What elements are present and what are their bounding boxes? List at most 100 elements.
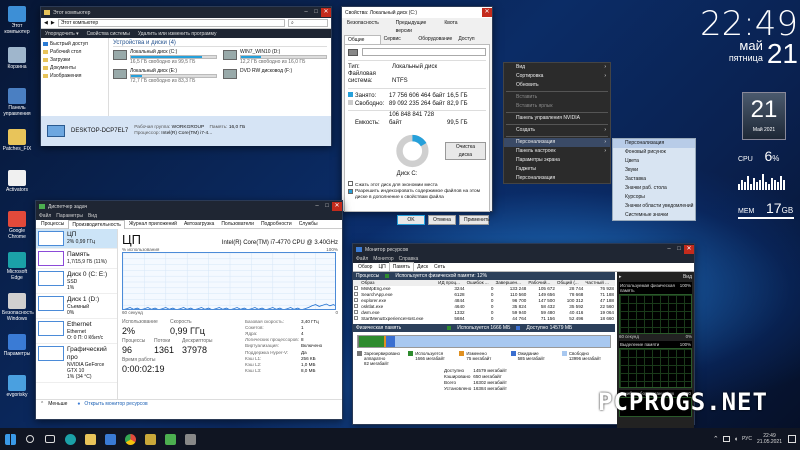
view-dropdown[interactable]: Вид bbox=[683, 274, 692, 280]
desktop-icon[interactable]: Microsoft Edge bbox=[2, 252, 32, 281]
taskmgr-tab[interactable]: Процессы bbox=[38, 220, 67, 228]
processes-header[interactable]: Процессы bbox=[356, 273, 379, 279]
context-menu-item[interactable]: Панель настроек › bbox=[504, 147, 610, 156]
desktop-icon[interactable]: Этот компьютер bbox=[2, 6, 32, 35]
submenu-item[interactable]: Персонализация bbox=[613, 139, 695, 148]
properties-tab[interactable]: Общие bbox=[344, 35, 381, 44]
taskmgr-tab[interactable]: Подробности bbox=[258, 220, 295, 228]
menu-item[interactable]: Файл bbox=[356, 256, 368, 262]
table-row[interactable]: StartMenuExperienceHost.exe 5684 0 44 764 71… bbox=[353, 316, 615, 322]
taskbar-store[interactable] bbox=[100, 428, 120, 450]
maximize-button[interactable]: □ bbox=[674, 245, 684, 254]
collapse-icon[interactable]: ⌃ bbox=[40, 401, 44, 407]
minimize-button[interactable]: – bbox=[312, 202, 322, 211]
drive-tile[interactable]: DVD RW дисковод (F:) bbox=[223, 68, 327, 84]
properties-tab[interactable]: Квота bbox=[441, 19, 490, 35]
taskbar-taskmgr[interactable] bbox=[160, 428, 180, 450]
search-input[interactable]: ⌕ bbox=[288, 19, 328, 27]
forward-icon[interactable]: ▶ bbox=[51, 20, 55, 26]
notifications-icon[interactable] bbox=[788, 435, 796, 443]
context-menu-item[interactable]: Персонализация › bbox=[504, 138, 610, 147]
menu-item[interactable]: Параметры bbox=[56, 213, 83, 219]
taskbar-resmon[interactable] bbox=[180, 428, 200, 450]
drive-tile[interactable]: Локальный диск (C:) 16,5 ГБ свободно из 9… bbox=[113, 49, 217, 65]
maximize-button[interactable]: □ bbox=[311, 8, 321, 17]
close-button[interactable]: ✕ bbox=[321, 8, 331, 17]
compress-checkbox[interactable] bbox=[348, 181, 353, 186]
taskbar-explorer[interactable] bbox=[80, 428, 100, 450]
submenu-item[interactable]: Цвета bbox=[613, 157, 695, 166]
resmon-tab[interactable]: Сеть bbox=[431, 263, 448, 271]
menu-item[interactable]: Файл bbox=[39, 213, 51, 219]
view-icon[interactable]: ▸ bbox=[619, 274, 622, 280]
close-button[interactable]: ✕ bbox=[482, 8, 492, 17]
taskmgr-tab[interactable]: Производительность bbox=[68, 219, 125, 229]
properties-tab[interactable]: Предыдущие версии bbox=[393, 19, 442, 35]
close-button[interactable]: ✕ bbox=[332, 202, 342, 211]
resmon-tab[interactable]: ЦП bbox=[375, 263, 388, 271]
perf-item[interactable]: Память 1,7/15,9 ГБ (11%) bbox=[36, 249, 117, 269]
properties-tab[interactable]: Безопасность bbox=[344, 19, 393, 35]
sidebar-item[interactable]: Рабочий стол bbox=[43, 48, 106, 56]
physical-memory-header[interactable]: Физическая память bbox=[356, 325, 401, 331]
context-menu-item[interactable]: Параметры экрана bbox=[504, 156, 610, 165]
close-button[interactable]: ✕ bbox=[684, 245, 694, 254]
perf-item[interactable]: ЦП 2% 0,99 ГГц bbox=[36, 229, 117, 249]
disk-cleanup-button[interactable]: Очистка диска bbox=[444, 142, 486, 160]
sidebar-item[interactable]: Загрузки bbox=[43, 56, 106, 64]
properties-titlebar[interactable]: Свойства: Локальный диск (C:) ✕ bbox=[342, 7, 492, 18]
submenu-item[interactable]: Заставка bbox=[613, 175, 695, 184]
cancel-button[interactable]: Отмена bbox=[428, 215, 456, 225]
properties-tab[interactable]: Сервис bbox=[381, 35, 416, 44]
ok-button[interactable]: OK bbox=[397, 215, 425, 225]
submenu-item[interactable]: Курсоры bbox=[613, 193, 695, 202]
desktop-icon[interactable]: evgorisky bbox=[2, 375, 32, 398]
taskbar-explorer-window[interactable] bbox=[140, 428, 160, 450]
minimize-button[interactable]: – bbox=[301, 8, 311, 17]
perf-item[interactable]: Диск 0 (C: E:) SSD 1% bbox=[36, 269, 117, 294]
fewer-details-link[interactable]: Меньше bbox=[48, 401, 67, 407]
drive-tile[interactable]: WIN7_WIN10 (D:) 12,2 ГБ свободно из 16,0 … bbox=[223, 49, 327, 65]
desktop-icon[interactable]: Корзина bbox=[2, 47, 32, 70]
properties-tab[interactable]: Оборудование bbox=[415, 35, 455, 44]
sidebar-item[interactable]: Документы bbox=[43, 64, 106, 72]
context-menu-item[interactable]: Создать › bbox=[504, 126, 610, 135]
ribbon-button[interactable]: Свойства системы bbox=[87, 31, 130, 37]
submenu-item[interactable]: Значки раб. стола bbox=[613, 184, 695, 193]
maximize-button[interactable]: □ bbox=[322, 202, 332, 211]
tray-clock[interactable]: 22:49 21.05.2021 bbox=[757, 433, 782, 445]
desktop-icon[interactable]: Безопасность Windows bbox=[2, 293, 34, 322]
desktop-icon[interactable]: Activators bbox=[2, 170, 32, 193]
context-menu-item[interactable]: Гаджеты bbox=[504, 165, 610, 174]
sidebar-item[interactable]: Быстрый доступ bbox=[43, 40, 106, 48]
row-checkbox[interactable] bbox=[353, 316, 360, 322]
taskmgr-titlebar[interactable]: Диспетчер задач – □ ✕ bbox=[36, 201, 342, 212]
context-menu-item[interactable]: Панель управления NVIDIA bbox=[504, 114, 610, 123]
resmon-tab[interactable]: Диск bbox=[414, 263, 431, 271]
network-icon[interactable] bbox=[722, 436, 730, 442]
task-manager-window[interactable]: Диспетчер задач – □ ✕ Файл Параметры Вид Проц… bbox=[35, 200, 343, 420]
explorer-titlebar[interactable]: Этот компьютер – □ ✕ bbox=[41, 7, 331, 18]
tray-chevron-icon[interactable]: ⌃ bbox=[713, 435, 719, 443]
taskmgr-tab[interactable]: Журнал приложений bbox=[126, 220, 180, 228]
ribbon-button[interactable]: Упорядочить ▾ bbox=[45, 31, 79, 37]
apply-button[interactable]: Применить bbox=[459, 215, 490, 225]
submenu-item[interactable]: Звуки bbox=[613, 166, 695, 175]
resmon-tab[interactable]: Память bbox=[388, 262, 415, 271]
taskbar-chrome[interactable] bbox=[120, 428, 140, 450]
explorer-window[interactable]: Этот компьютер – □ ✕ ◀ ▶ Этот компьютер ⌕ У… bbox=[40, 6, 332, 146]
disk-properties-dialog[interactable]: Свойства: Локальный диск (C:) ✕ Безопасно… bbox=[341, 6, 493, 225]
properties-tab[interactable]: Доступ bbox=[455, 35, 490, 44]
volume-label-input[interactable] bbox=[362, 48, 486, 56]
minimize-button[interactable]: – bbox=[664, 245, 674, 254]
address-input[interactable]: Этот компьютер bbox=[57, 19, 285, 27]
submenu-item[interactable]: Значки области уведомлений bbox=[613, 202, 695, 211]
context-menu-item[interactable]: Обновить bbox=[504, 81, 610, 90]
taskmgr-tab[interactable]: Автозагрузка bbox=[181, 220, 217, 228]
perf-item[interactable]: Диск 1 (D:) Съемный 0% bbox=[36, 294, 117, 319]
sidebar-item[interactable]: Изображения bbox=[43, 72, 106, 80]
perf-item[interactable]: Ethernet Ethernet О: 0 П: 0 Кбит/с bbox=[36, 319, 117, 344]
desktop-icon[interactable]: Google Chrome bbox=[2, 211, 32, 240]
resmon-titlebar[interactable]: Монитор ресурсов – □ ✕ bbox=[353, 244, 694, 255]
open-resmon-link[interactable]: Открыть монитор ресурсов bbox=[84, 401, 147, 407]
